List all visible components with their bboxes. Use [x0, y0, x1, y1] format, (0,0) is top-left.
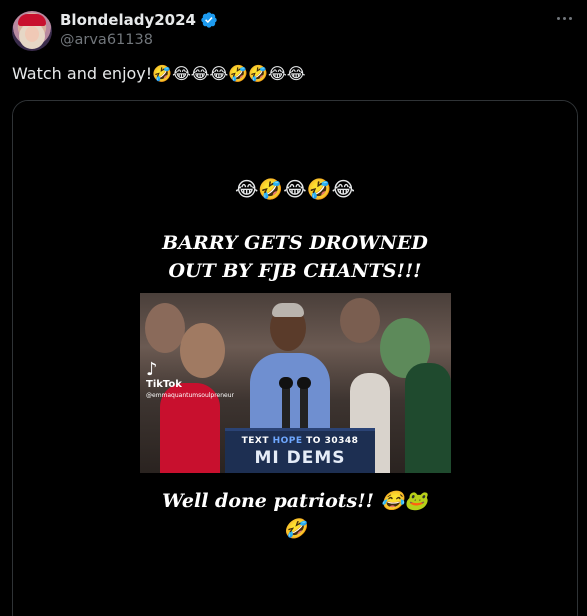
author-block: Blondelady2024 @arva61138 — [60, 10, 218, 48]
crowd-figure — [340, 298, 380, 343]
crowd-figure — [145, 303, 185, 353]
more-options-icon[interactable] — [557, 14, 575, 22]
podium-top-suffix: TO 30348 — [302, 436, 359, 446]
video-still-image: TEXT HOPE TO 30348 MI DEMS ♪ TikTok @emm… — [140, 293, 451, 473]
video-headline: BARRY GETS DROWNED OUT BY FJB CHANTS!!! — [13, 229, 577, 285]
podium-top-highlight: HOPE — [272, 436, 303, 446]
author-handle[interactable]: @arva61138 — [60, 32, 218, 48]
video-frame: 😂🤣😂🤣😂 BARRY GETS DROWNED OUT BY FJB CHAN… — [13, 101, 577, 616]
more-dot — [563, 16, 566, 20]
avatar-hat — [18, 14, 46, 26]
video-headline-line1: BARRY GETS DROWNED — [162, 232, 428, 254]
tiktok-logo-icon: ♪ — [146, 359, 158, 380]
video-top-emojis: 😂🤣😂🤣😂 — [235, 177, 355, 201]
video-footer-line2: 🤣 — [283, 518, 307, 540]
podium-top-prefix: TEXT — [241, 436, 273, 446]
tiktok-username: @emmaquantumsoulpreneur — [146, 392, 235, 399]
user-avatar[interactable] — [12, 11, 52, 51]
tiktok-watermark: ♪ TikTok @emmaquantumsoulpreneur — [146, 359, 235, 400]
verified-badge-icon — [201, 12, 217, 28]
author-name-row[interactable]: Blondelady2024 — [60, 11, 218, 29]
author-display-name[interactable]: Blondelady2024 — [60, 11, 196, 29]
tiktok-label: TikTok — [146, 379, 182, 390]
video-footer-line1: Well done patriots!! 😂🐸 — [162, 490, 428, 512]
video-headline-line2: OUT BY FJB CHANTS!!! — [168, 260, 422, 282]
crowd-figure — [405, 363, 451, 473]
podium-main-text: MI DEMS — [254, 448, 346, 468]
podium-sign: TEXT HOPE TO 30348 MI DEMS — [225, 428, 375, 473]
post-text: Watch and enjoy!🤣😂😂😂🤣🤣😂😂 — [12, 64, 306, 83]
video-player[interactable]: 😂🤣😂🤣😂 BARRY GETS DROWNED OUT BY FJB CHAN… — [12, 100, 578, 616]
more-dot — [569, 16, 572, 20]
podium-top-text: TEXT HOPE TO 30348 — [233, 436, 367, 446]
avatar-face — [25, 26, 39, 42]
video-footer-caption: Well done patriots!! 😂🐸 🤣 — [13, 487, 577, 543]
speaker-hair — [272, 303, 304, 317]
more-dot — [557, 16, 560, 20]
